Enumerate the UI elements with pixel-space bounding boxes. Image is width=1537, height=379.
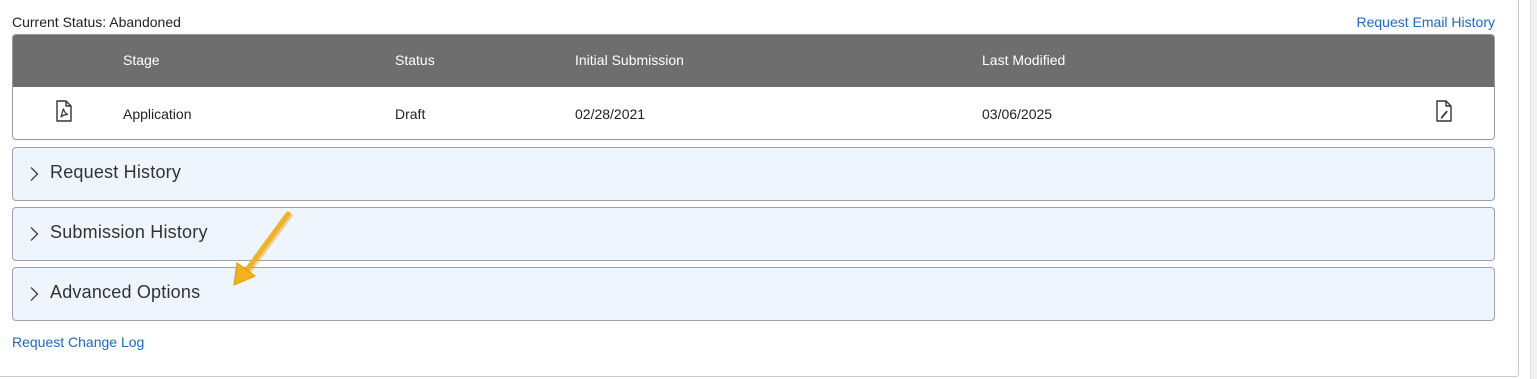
- submission-history-section[interactable]: Submission History: [12, 207, 1495, 261]
- pdf-file-icon[interactable]: [55, 100, 73, 122]
- stage-table: Stage Status Initial Submission Last Mod…: [12, 34, 1495, 140]
- current-status-text: Current Status: Abandoned: [12, 14, 181, 30]
- column-header-last-modified: Last Modified: [982, 52, 1066, 68]
- advanced-options-label: Advanced Options: [50, 282, 201, 302]
- table-row: Application Draft 02/28/2021 03/06/2025: [13, 87, 1494, 139]
- request-history-label: Request History: [50, 162, 182, 182]
- table-header: Stage Status Initial Submission Last Mod…: [13, 35, 1494, 87]
- column-header-status: Status: [395, 52, 435, 68]
- chevron-right-icon: [28, 286, 40, 302]
- status-cell: Draft: [395, 106, 426, 122]
- advanced-options-section[interactable]: Advanced Options: [12, 267, 1495, 321]
- chevron-right-icon: [28, 226, 40, 242]
- submission-history-label: Submission History: [50, 222, 208, 242]
- last-modified-cell: 03/06/2025: [982, 106, 1053, 122]
- request-change-log-link[interactable]: Request Change Log: [12, 334, 144, 350]
- stage-cell: Application: [123, 106, 192, 122]
- request-email-history-link[interactable]: Request Email History: [1357, 14, 1496, 30]
- request-history-section[interactable]: Request History: [12, 147, 1495, 201]
- column-header-initial-submission: Initial Submission: [575, 52, 684, 68]
- edit-document-icon[interactable]: [1435, 100, 1453, 122]
- chevron-right-icon: [28, 166, 40, 182]
- initial-submission-cell: 02/28/2021: [575, 106, 646, 122]
- scrollbar-track[interactable]: [1530, 0, 1537, 379]
- column-header-stage: Stage: [123, 52, 160, 68]
